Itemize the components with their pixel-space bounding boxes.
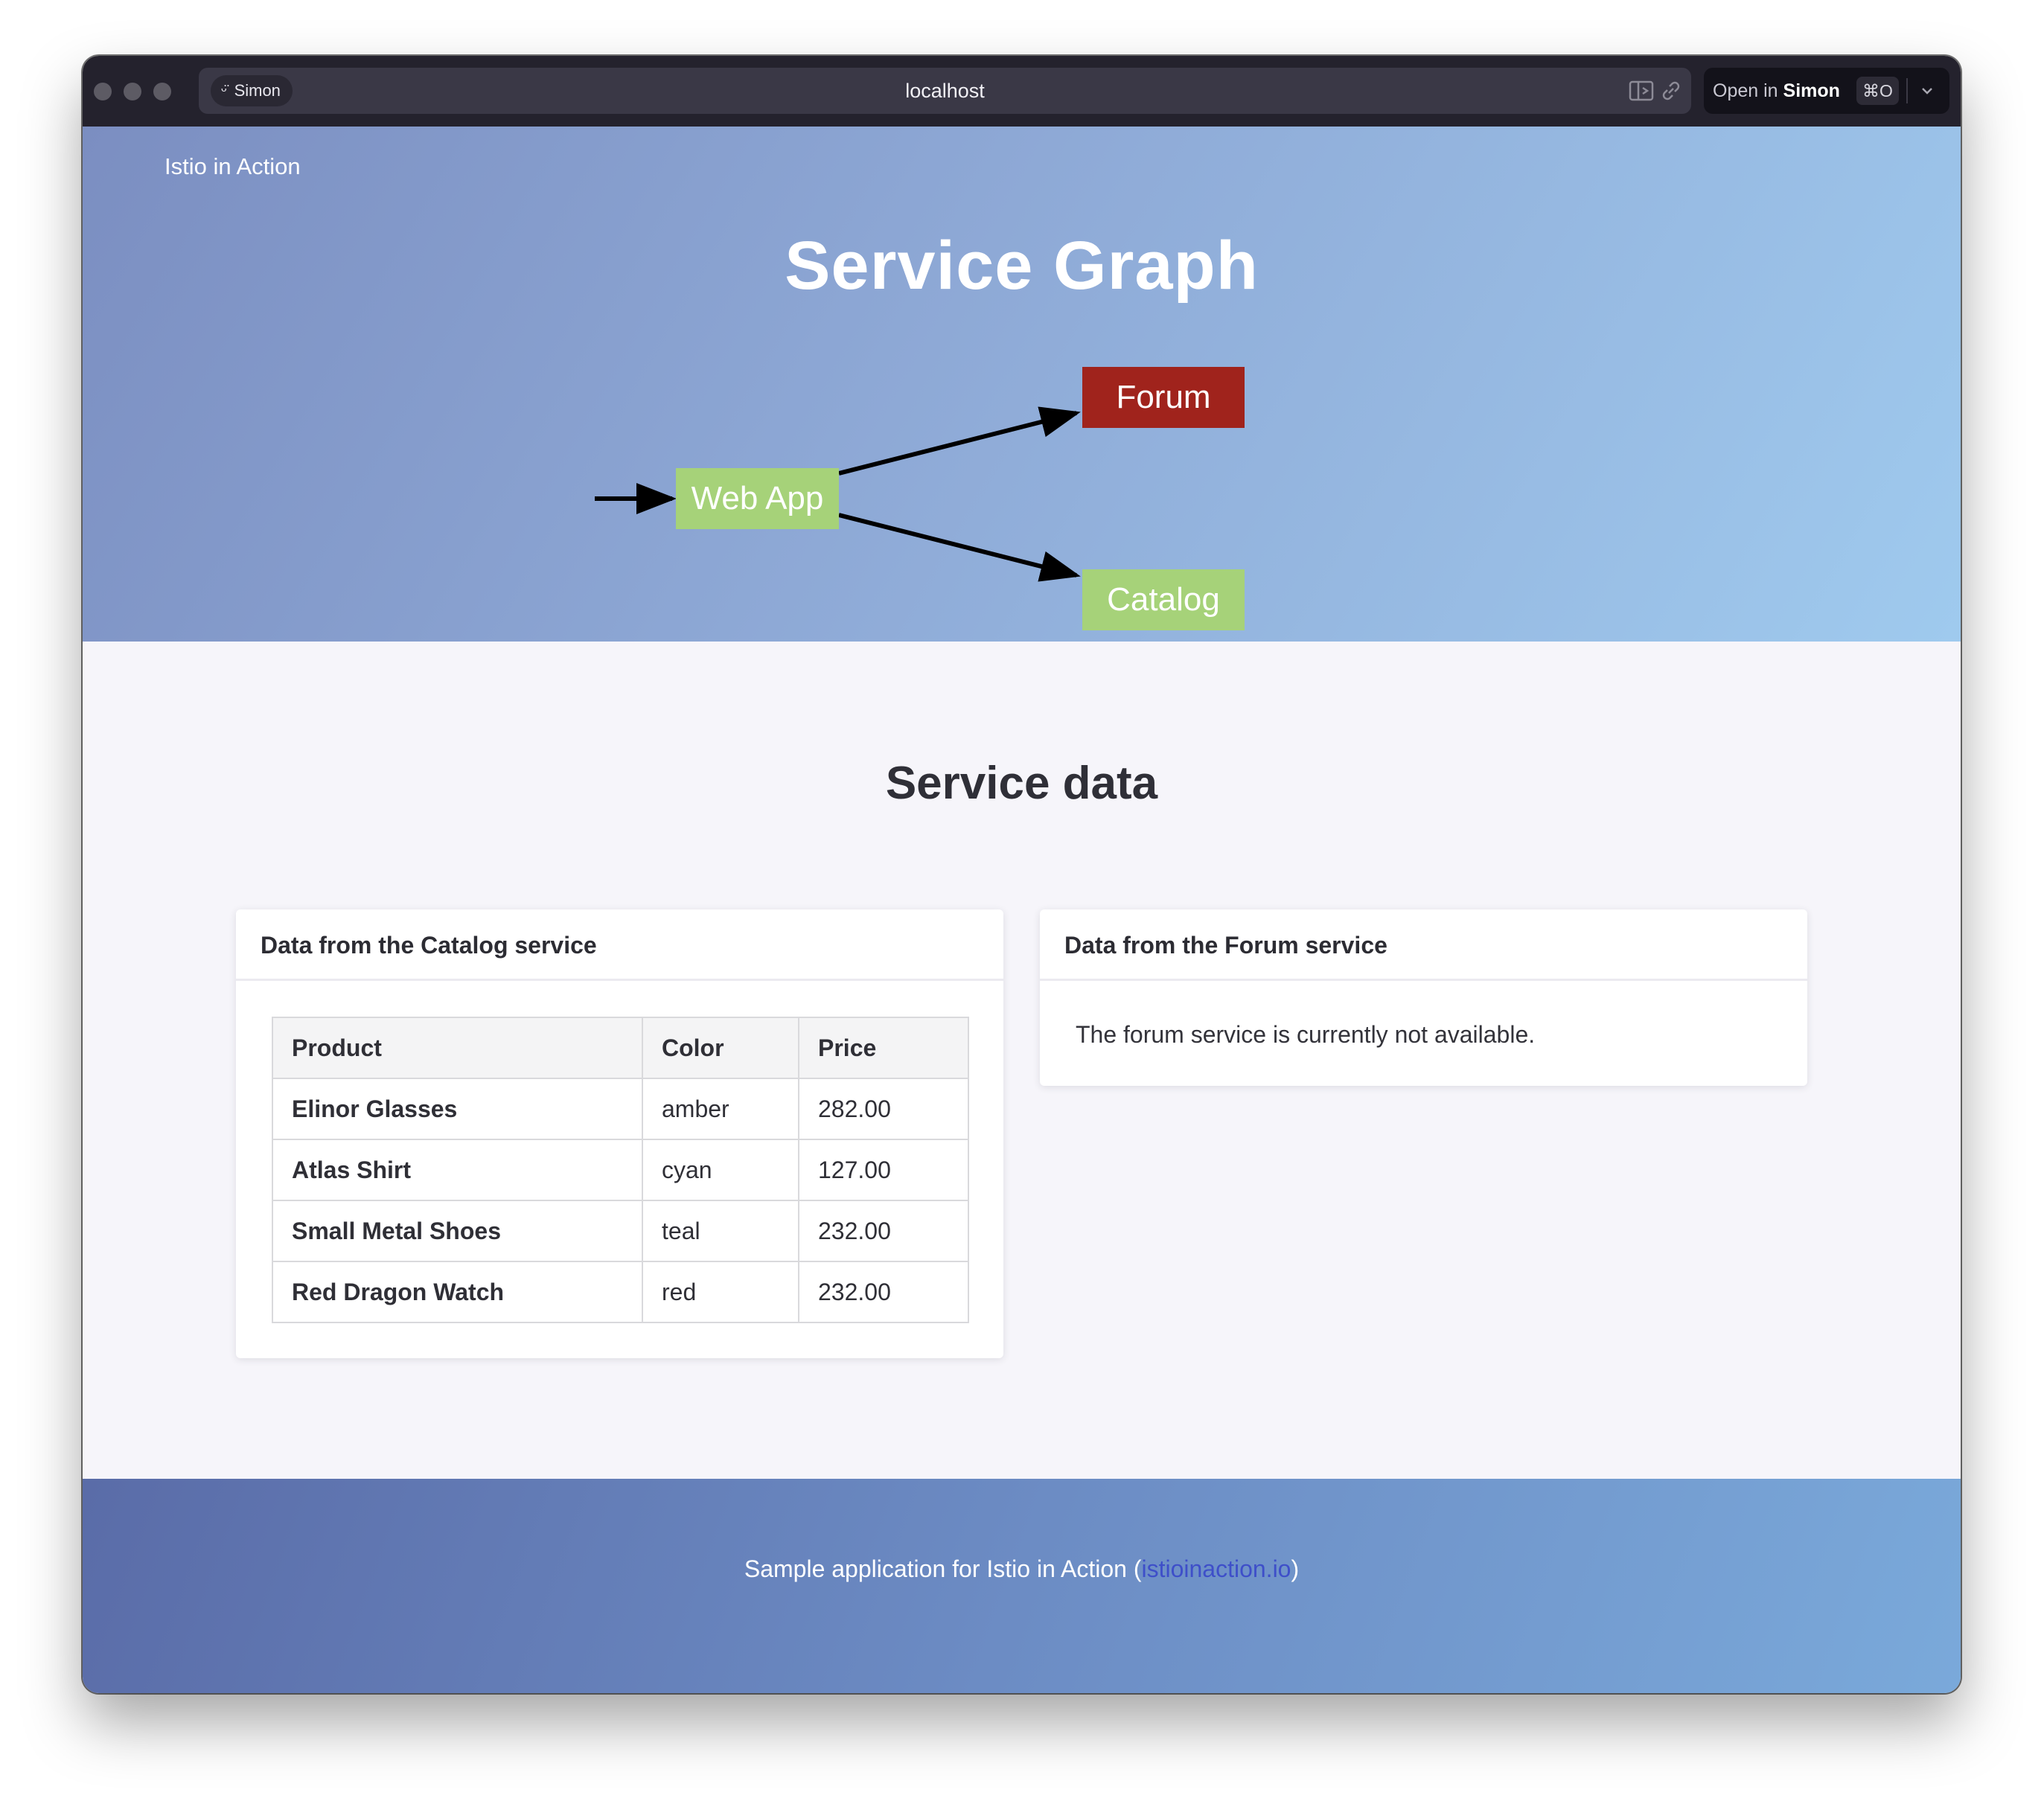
table-row: Red Dragon Watch red 232.00: [272, 1261, 969, 1323]
catalog-card: Data from the Catalog service Product Co…: [236, 909, 1003, 1358]
price-cell: 232.00: [798, 1261, 969, 1323]
hero-section: Istio in Action Service Graph Web App Fo…: [83, 127, 1961, 642]
istioinaction-link[interactable]: istioinaction.io: [1141, 1555, 1291, 1582]
shortcut-badge: ⌘O: [1856, 77, 1899, 105]
title-bar: ᵕ̈ Simon localhost Open in Simon ⌘O: [83, 56, 1961, 127]
product-cell: Small Metal Shoes: [272, 1200, 643, 1262]
color-cell: amber: [642, 1078, 799, 1140]
price-cell: 232.00: [798, 1200, 969, 1262]
forum-card-title: Data from the Forum service: [1040, 909, 1807, 981]
chevron-down-icon[interactable]: [1918, 83, 1936, 99]
address-bar[interactable]: ᵕ̈ Simon localhost: [199, 68, 1691, 114]
color-cell: red: [642, 1261, 799, 1323]
service-graph: [595, 406, 1081, 582]
price-cell: 282.00: [798, 1078, 969, 1140]
color-cell: teal: [642, 1200, 799, 1262]
section-title: Service data: [885, 758, 1158, 809]
forum-unavailable-message: The forum service is currently not avail…: [1076, 1021, 1536, 1048]
catalog-card-title: Data from the Catalog service: [236, 909, 1003, 981]
table-header-row: Product Color Price: [272, 1017, 969, 1079]
open-in-button[interactable]: Open in Simon ⌘O: [1704, 68, 1949, 114]
webapp-to-catalog-edge: [838, 513, 1081, 582]
footer-text: Sample application for Istio in Action (…: [83, 1555, 1961, 1583]
catalog-table: Product Color Price Elinor Glasses amber…: [272, 1017, 969, 1323]
table-row: Atlas Shirt cyan 127.00: [272, 1139, 969, 1201]
minimize-window-button[interactable]: [124, 83, 141, 100]
catalog-node[interactable]: Catalog: [1082, 569, 1245, 630]
zoom-window-button[interactable]: [153, 83, 171, 100]
column-header-product: Product: [272, 1017, 643, 1079]
web-app-node[interactable]: Web App: [676, 468, 839, 529]
table-row: Elinor Glasses amber 282.00: [272, 1078, 969, 1140]
forum-node[interactable]: Forum: [1082, 367, 1245, 428]
divider: [1906, 78, 1908, 103]
product-cell: Red Dragon Watch: [272, 1261, 643, 1323]
price-cell: 127.00: [798, 1139, 969, 1201]
browser-window: ᵕ̈ Simon localhost Open in Simon ⌘O Isti…: [83, 56, 1961, 1693]
reader-mode-icon[interactable]: [1628, 78, 1655, 103]
footer-text-before: Sample application for Istio in Action (: [744, 1555, 1142, 1582]
footer: Sample application for Istio in Action (…: [83, 1479, 1961, 1693]
product-cell: Elinor Glasses: [272, 1078, 643, 1140]
column-header-color: Color: [642, 1017, 799, 1079]
forum-card: Data from the Forum service The forum se…: [1040, 909, 1807, 1086]
open-in-prefix: Open in: [1713, 80, 1778, 101]
webapp-to-forum-edge: [838, 406, 1081, 476]
close-window-button[interactable]: [94, 83, 112, 100]
footer-text-after: ): [1291, 1555, 1300, 1582]
open-in-label: Open in Simon: [1713, 68, 1840, 114]
open-in-target: Simon: [1783, 80, 1840, 101]
color-cell: cyan: [642, 1139, 799, 1201]
link-icon[interactable]: [1658, 78, 1684, 103]
column-header-price: Price: [798, 1017, 969, 1079]
url-text[interactable]: localhost: [199, 68, 1691, 114]
product-cell: Atlas Shirt: [272, 1139, 643, 1201]
table-row: Small Metal Shoes teal 232.00: [272, 1200, 969, 1262]
